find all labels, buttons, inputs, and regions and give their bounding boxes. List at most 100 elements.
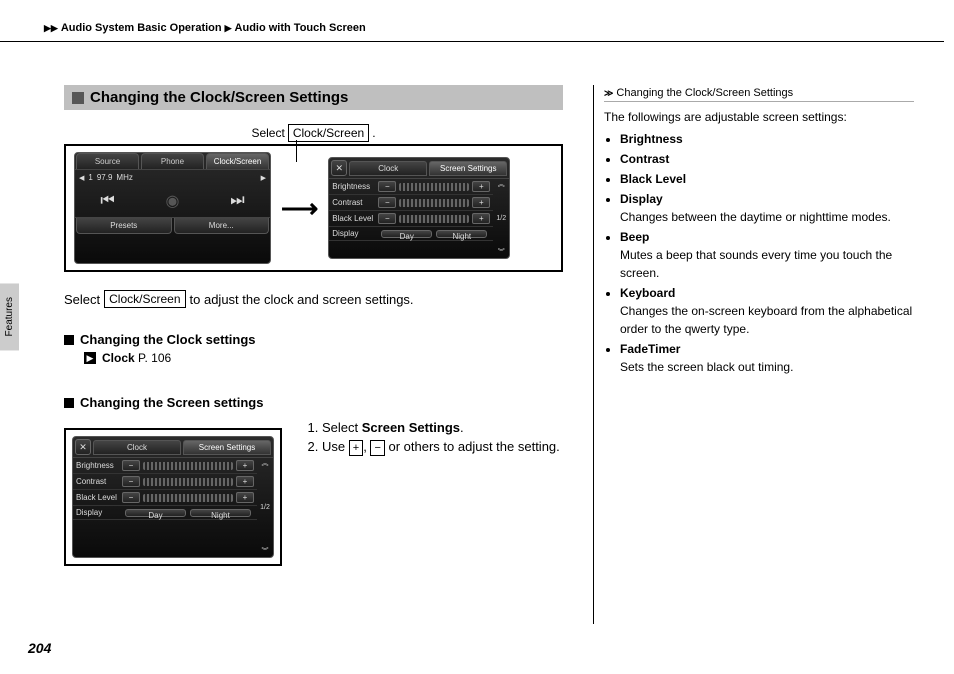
row-contrast: Contrast − +	[329, 195, 493, 211]
side-info-intro: The followings are adjustable screen set…	[604, 108, 914, 126]
minus-button[interactable]: −	[122, 492, 140, 503]
tab-source[interactable]: Source	[76, 153, 139, 169]
touchscreen-settings-repeat: ✕ Clock Screen Settings Brightness − +	[72, 436, 274, 558]
slider[interactable]	[399, 215, 469, 223]
more-button[interactable]: More...	[174, 218, 270, 234]
tune-right-icon[interactable]: ▶	[261, 174, 266, 182]
side-info-header: ≫ Changing the Clock/Screen Settings	[604, 85, 914, 102]
minus-button[interactable]: −	[378, 213, 396, 224]
tune-left-icon[interactable]: ◀	[79, 174, 84, 182]
subhead-screen: Changing the Screen settings	[64, 395, 563, 410]
plus-button[interactable]: +	[472, 197, 490, 208]
settings-list: Brightness Contrast Black Level DisplayC…	[604, 130, 914, 376]
slider[interactable]	[399, 183, 469, 191]
night-button[interactable]: Night	[190, 509, 251, 517]
band: 1	[88, 173, 92, 182]
list-item: DisplayChanges between the daytime or ni…	[620, 190, 914, 226]
page-scroll: ︽ 1/2 ︾	[493, 179, 509, 257]
presets-button[interactable]: Presets	[76, 218, 172, 234]
screen3-wrap: ✕ Clock Screen Settings Brightness − +	[64, 428, 282, 566]
freq-value: 97.9	[97, 173, 113, 182]
list-item: KeyboardChanges the on-screen keyboard f…	[620, 284, 914, 338]
list-item: Black Level	[620, 170, 914, 188]
minus-box: −	[370, 440, 384, 456]
callout-prefix: Select	[251, 126, 284, 140]
row-black-level: Black Level − +	[73, 490, 257, 506]
page-scroll: ︽ 1/2 ︾	[257, 458, 273, 556]
breadcrumb-l1: Audio System Basic Operation	[61, 22, 222, 34]
close-icon[interactable]: ✕	[75, 439, 91, 455]
slider[interactable]	[399, 199, 469, 207]
day-button[interactable]: Day	[381, 230, 432, 238]
tab-clock-screen[interactable]: Clock/Screen	[206, 153, 269, 169]
close-icon[interactable]: ✕	[331, 160, 347, 176]
day-button[interactable]: Day	[125, 509, 186, 517]
square-icon	[64, 398, 74, 408]
minus-button[interactable]: −	[122, 460, 140, 471]
list-item: Brightness	[620, 130, 914, 148]
tab-screen-settings[interactable]: Screen Settings	[429, 161, 507, 176]
minus-button[interactable]: −	[378, 197, 396, 208]
slider[interactable]	[143, 494, 233, 502]
slider[interactable]	[143, 462, 233, 470]
chevron-icon: ≫	[604, 88, 613, 99]
minus-button[interactable]: −	[378, 181, 396, 192]
side-tab-features: Features	[0, 283, 19, 350]
slider[interactable]	[143, 478, 233, 486]
xref-clock: ▶ Clock P. 106	[84, 351, 563, 365]
plus-button[interactable]: +	[472, 213, 490, 224]
plus-button[interactable]: +	[472, 181, 490, 192]
prev-track-icon[interactable]: ⏮	[100, 192, 114, 210]
row-brightness: Brightness − +	[329, 179, 493, 195]
breadcrumb-arrow-icon: ▶	[225, 23, 232, 34]
intro-text: Select Clock/Screen to adjust the clock …	[64, 290, 563, 308]
scroll-down-icon[interactable]: ︾	[262, 546, 269, 556]
tab-screen-settings[interactable]: Screen Settings	[183, 440, 271, 455]
touchscreen-settings: ✕ Clock Screen Settings Brightness − +	[328, 157, 510, 259]
callout-suffix: .	[372, 126, 375, 140]
arrow-right-icon: ⟶	[281, 193, 318, 224]
scroll-down-icon[interactable]: ︾	[498, 247, 505, 257]
section-title: Changing the Clock/Screen Settings	[90, 89, 348, 106]
plus-button[interactable]: +	[236, 492, 254, 503]
touchscreen-home: Source Phone Clock/Screen ◀ 1 97.9 MHz ▶…	[74, 152, 271, 264]
row-display: Display Day Night	[73, 506, 257, 520]
freq-unit: MHz	[116, 173, 132, 182]
row-black-level: Black Level − +	[329, 211, 493, 227]
breadcrumb-l2: Audio with Touch Screen	[235, 22, 366, 34]
scroll-up-icon[interactable]: ︽	[498, 179, 505, 189]
screens-row: Source Phone Clock/Screen ◀ 1 97.9 MHz ▶…	[64, 144, 563, 272]
plus-box: +	[349, 440, 363, 456]
tab-clock[interactable]: Clock	[349, 161, 427, 176]
tab-clock[interactable]: Clock	[93, 440, 181, 455]
row-contrast: Contrast − +	[73, 474, 257, 490]
side-info: ≫ Changing the Clock/Screen Settings The…	[593, 85, 914, 624]
clock-screen-button: Clock/Screen	[104, 290, 185, 308]
subhead-clock: Changing the Clock settings	[64, 332, 563, 347]
list-item: Contrast	[620, 150, 914, 168]
list-item: BeepMutes a beep that sounds every time …	[620, 228, 914, 282]
page-number: 204	[28, 640, 51, 656]
minus-button[interactable]: −	[122, 476, 140, 487]
breadcrumb-arrow-icon: ▶▶	[44, 23, 58, 34]
scroll-up-icon[interactable]: ︽	[262, 458, 269, 468]
section-square-icon	[72, 92, 84, 104]
callout-pointer-line	[296, 140, 297, 162]
next-track-icon[interactable]: ⏭	[230, 192, 244, 210]
callout-button: Clock/Screen	[288, 124, 369, 142]
plus-button[interactable]: +	[236, 476, 254, 487]
breadcrumb: ▶▶ Audio System Basic Operation ▶ Audio …	[44, 22, 366, 34]
steps: Select Screen Settings. Use +, − or othe…	[304, 420, 560, 460]
step-2: Use +, − or others to adjust the setting…	[322, 439, 560, 456]
step-1: Select Screen Settings.	[322, 420, 560, 435]
night-button[interactable]: Night	[436, 230, 487, 238]
list-item: FadeTimerSets the screen black out timin…	[620, 340, 914, 376]
page-indicator: 1/2	[260, 504, 270, 511]
page-indicator: 1/2	[496, 215, 506, 222]
callout: Select Clock/Screen.	[64, 124, 563, 142]
tab-phone[interactable]: Phone	[141, 153, 204, 169]
xref-icon: ▶	[84, 352, 96, 364]
row-brightness: Brightness − +	[73, 458, 257, 474]
plus-button[interactable]: +	[236, 460, 254, 471]
section-header: Changing the Clock/Screen Settings	[64, 85, 563, 110]
